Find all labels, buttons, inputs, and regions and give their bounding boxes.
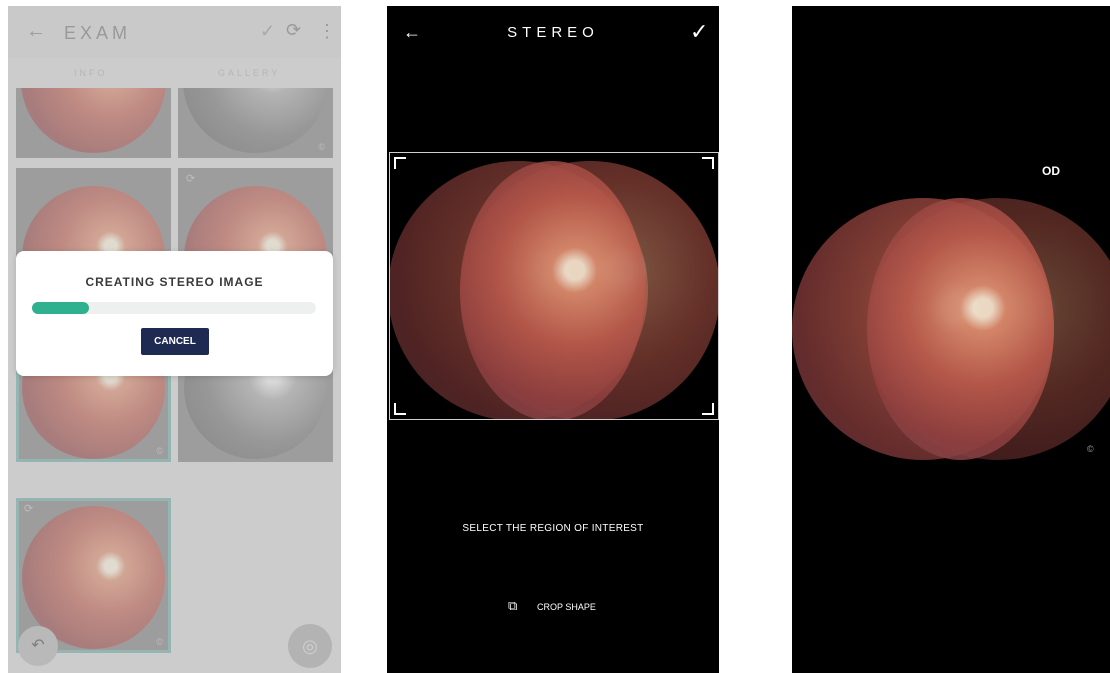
eye-label: OD [1042,164,1060,178]
exam-gallery-screen: ← EXAM ✓ ⟳ ⋮ INFO GALLERY © ⟳ © ⟳ © CREA… [8,6,341,673]
back-arrow-icon[interactable]: ← [26,20,46,43]
crop-corner-handle[interactable] [394,157,406,169]
crop-region[interactable] [389,152,719,420]
more-options-icon[interactable]: ⋮ [318,21,336,42]
stereo-result-screen: OD © [792,6,1110,673]
progress-fill [32,302,89,314]
screen-title: EXAM [64,23,132,43]
progress-bar [32,302,316,314]
crop-shape-icon[interactable]: ⧉ [508,598,517,614]
crop-corner-handle[interactable] [702,157,714,169]
screen-title: STEREO [507,24,599,41]
crop-corner-handle[interactable] [702,403,714,415]
instruction-text: SELECT THE REGION OF INTEREST [462,523,644,534]
crop-shape-button[interactable]: CROP SHAPE [537,602,596,612]
progress-dialog: CREATING STEREO IMAGE CANCEL [16,251,333,376]
cancel-button[interactable]: CANCEL [141,328,209,355]
confirm-check-icon[interactable]: ✓ [690,19,708,45]
confirm-check-icon[interactable]: ✓ [260,21,275,42]
fundus-overlap [867,198,1054,460]
camera-icon[interactable]: ◎ [288,624,332,668]
corner-label: © [1087,444,1094,454]
stereo-crop-screen: ← STEREO ✓ SELECT THE REGION OF INTEREST… [387,6,719,673]
dialog-title: CREATING STEREO IMAGE [85,275,264,289]
sync-icon[interactable]: ⟳ [286,20,301,41]
undo-icon[interactable]: ↶ [18,626,58,666]
crop-corner-handle[interactable] [394,403,406,415]
fundus-overlap [460,161,645,419]
app-bar: ← EXAM ✓ ⟳ ⋮ [8,6,341,58]
